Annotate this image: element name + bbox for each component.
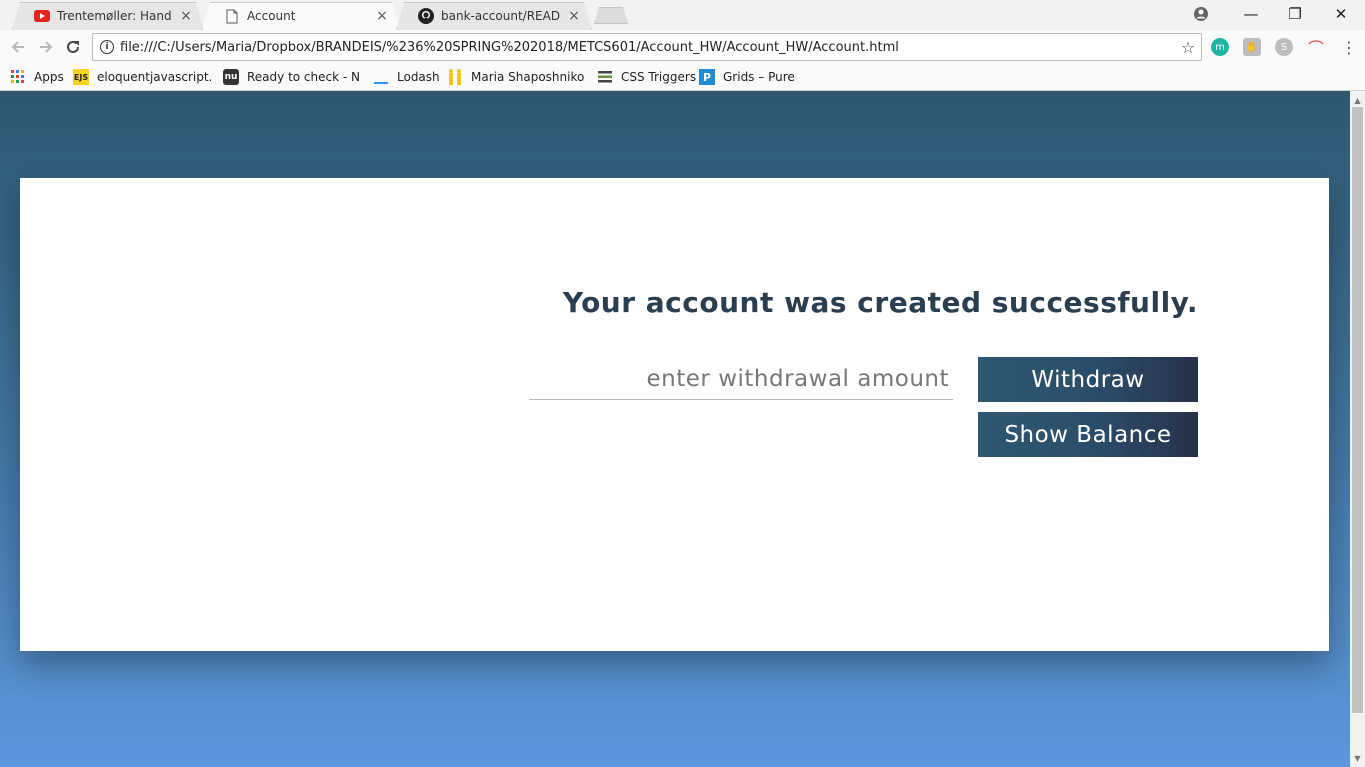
bookmarks-bar: Apps EJS eloquentjavascript.ne nu Ready …: [0, 64, 1365, 91]
extension-hand-icon[interactable]: ✋: [1243, 38, 1261, 56]
profile-icon[interactable]: [1178, 0, 1224, 28]
close-tab-icon[interactable]: ×: [178, 8, 194, 24]
bookmark-lodash[interactable]: Lodash: [373, 68, 440, 86]
nu-icon: nu: [223, 69, 239, 85]
bookmark-person-icon: [447, 69, 463, 85]
vertical-scrollbar[interactable]: ▲ ▼: [1350, 91, 1365, 767]
youtube-icon: [34, 8, 50, 24]
back-button[interactable]: [8, 37, 28, 57]
scrollbar-thumb[interactable]: [1352, 107, 1363, 713]
account-card: Your account was created successfully. W…: [20, 178, 1329, 651]
extension-rainbow-icon[interactable]: ⌒: [1307, 38, 1325, 58]
close-tab-icon[interactable]: ×: [374, 8, 390, 24]
show-balance-button[interactable]: Show Balance: [978, 412, 1198, 457]
github-icon: [418, 8, 434, 24]
scroll-down-arrow-icon[interactable]: ▼: [1350, 751, 1365, 765]
forward-button[interactable]: [36, 37, 56, 57]
bookmark-label: CSS Triggers: [621, 70, 697, 84]
bookmark-star-icon[interactable]: ☆: [1175, 38, 1201, 57]
menu-dots-icon[interactable]: ⋮: [1340, 38, 1358, 57]
css-triggers-icon: [597, 69, 613, 85]
withdrawal-amount-input[interactable]: [529, 358, 953, 400]
address-bar[interactable]: i file:///C:/Users/Maria/Dropbox/BRANDEI…: [92, 33, 1202, 61]
lodash-icon: [373, 69, 389, 85]
tab-strip: Trentemøller: Hands Dow × Account × bank…: [0, 0, 1365, 30]
extension-skype-icon[interactable]: S: [1275, 38, 1293, 56]
tab-bank-account-readme[interactable]: bank-account/README.m ×: [396, 2, 592, 30]
bookmark-label: Grids – Pure: [723, 70, 795, 84]
bookmark-maria-shaposhnikova[interactable]: Maria Shaposhnikova: [447, 68, 585, 86]
bookmark-label: Maria Shaposhnikova: [471, 70, 585, 84]
tab-account[interactable]: Account ×: [202, 2, 400, 30]
maximize-button[interactable]: ❐: [1272, 0, 1318, 28]
bookmark-label: eloquentjavascript.ne: [97, 70, 211, 84]
tab-trentemoller[interactable]: Trentemøller: Hands Dow ×: [12, 2, 204, 30]
apps-grid-icon: [10, 69, 26, 85]
close-tab-icon[interactable]: ×: [566, 8, 582, 24]
scroll-up-arrow-icon[interactable]: ▲: [1350, 93, 1365, 107]
pure-icon: P: [699, 69, 715, 85]
bookmark-grids-pure[interactable]: P Grids – Pure: [699, 68, 795, 86]
bookmark-ready-to-check[interactable]: nu Ready to check - Nu l: [223, 68, 361, 86]
extension-m-icon[interactable]: m: [1211, 38, 1229, 56]
minimize-button[interactable]: —: [1228, 0, 1274, 28]
info-icon[interactable]: i: [100, 40, 114, 54]
url-text[interactable]: file:///C:/Users/Maria/Dropbox/BRANDEIS/…: [120, 40, 1175, 55]
bookmark-label: Lodash: [397, 70, 440, 84]
bookmark-label: Apps: [34, 70, 64, 84]
withdraw-button[interactable]: Withdraw: [978, 357, 1198, 402]
page-viewport: Your account was created successfully. W…: [0, 91, 1350, 767]
bookmark-label: Ready to check - Nu l: [247, 70, 361, 84]
success-heading: Your account was created successfully.: [562, 286, 1198, 319]
tab-title: bank-account/README.m: [441, 9, 560, 23]
close-window-button[interactable]: ✕: [1318, 0, 1364, 28]
bookmark-apps[interactable]: Apps: [10, 68, 64, 86]
bookmark-eloquentjavascript[interactable]: EJS eloquentjavascript.ne: [73, 68, 211, 86]
bookmark-css-triggers[interactable]: CSS Triggers: [597, 68, 696, 86]
ejs-icon: EJS: [73, 69, 89, 85]
tab-title: Trentemøller: Hands Dow: [57, 9, 172, 23]
tab-title: Account: [247, 9, 296, 23]
page-icon: [224, 8, 240, 24]
reload-button[interactable]: [63, 37, 83, 57]
browser-toolbar: i file:///C:/Users/Maria/Dropbox/BRANDEI…: [0, 30, 1365, 64]
new-tab-button[interactable]: [594, 7, 628, 24]
